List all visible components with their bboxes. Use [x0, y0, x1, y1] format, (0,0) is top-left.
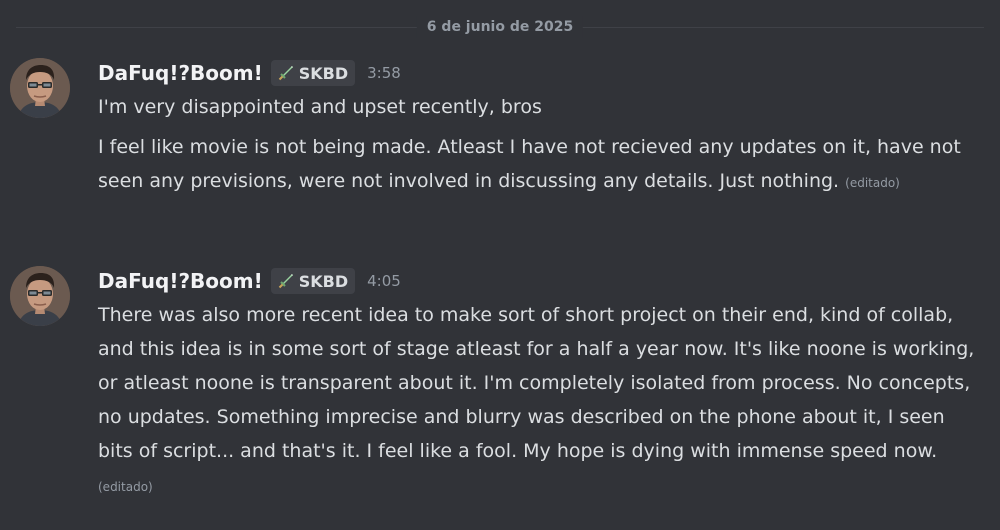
tag-label: SKBD	[298, 271, 349, 291]
message-text: I feel like movie is not being made. Atl…	[98, 130, 976, 200]
username[interactable]: DaFuq!?Boom!	[98, 269, 263, 293]
server-tag[interactable]: SKBD	[270, 268, 356, 294]
message-header: DaFuq!?Boom! SKBD 4:05	[98, 266, 401, 296]
timestamp[interactable]: 3:58	[367, 64, 401, 82]
tag-label: SKBD	[298, 63, 349, 83]
message-header: DaFuq!?Boom! SKBD 3:58	[98, 58, 401, 88]
message-text: I'm very disappointed and upset recently…	[98, 96, 542, 118]
message-text-body: There was also more recent idea to make …	[98, 304, 975, 462]
sword-icon	[278, 274, 293, 289]
avatar[interactable]	[10, 266, 70, 326]
message-text: There was also more recent idea to make …	[98, 298, 976, 504]
date-divider: 6 de junio de 2025	[416, 16, 584, 38]
avatar[interactable]	[10, 58, 70, 118]
chat-view: 6 de junio de 2025 DaFuq!?Boom! SKBD 3:5…	[0, 0, 1000, 530]
edited-label: (editado)	[845, 176, 900, 190]
username[interactable]: DaFuq!?Boom!	[98, 61, 263, 85]
sword-icon	[278, 66, 293, 81]
message-text-body: I feel like movie is not being made. Atl…	[98, 136, 961, 192]
edited-label: (editado)	[98, 480, 153, 494]
server-tag[interactable]: SKBD	[270, 60, 356, 86]
timestamp[interactable]: 4:05	[367, 272, 401, 290]
